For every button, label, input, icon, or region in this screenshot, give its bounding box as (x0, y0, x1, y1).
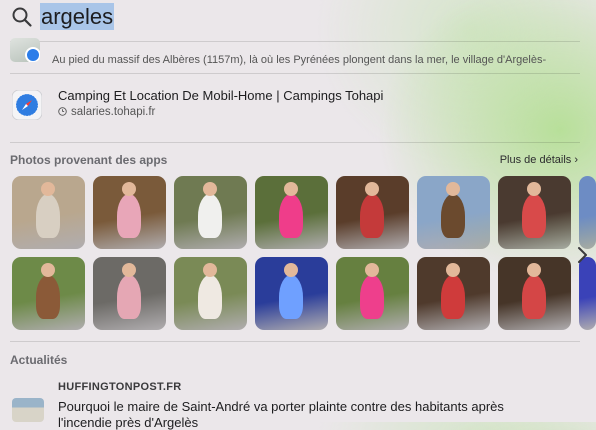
clock-icon (58, 107, 67, 116)
photo-subject-head (284, 182, 298, 196)
divider (10, 41, 580, 42)
photo-subject-head (284, 263, 298, 277)
photo-spiderman-duo-2[interactable] (417, 257, 490, 330)
divider (10, 73, 580, 74)
more-details-label: Plus de détails (499, 154, 572, 166)
photo-spiderman-duo-3[interactable] (498, 257, 571, 330)
section-title-photos: Photos provenant des apps (10, 153, 168, 167)
photo-subject (198, 194, 222, 238)
photo-blue-partial[interactable] (579, 257, 596, 330)
photo-subject-head (203, 263, 217, 277)
photo-subject-head (41, 182, 55, 196)
divider (10, 142, 580, 143)
photo-subject (441, 194, 465, 238)
news-headline-continued[interactable]: l'incendie près d'Argelès (58, 415, 198, 430)
result-url-text: salaries.tohapi.fr (71, 106, 156, 118)
photo-subject (360, 194, 384, 238)
divider (10, 341, 580, 342)
search-icon (12, 7, 32, 27)
photo-subject (198, 275, 222, 319)
photo-pony-ride[interactable] (174, 176, 247, 249)
safari-badge-icon (25, 47, 40, 62)
photo-subject (441, 275, 465, 319)
photo-spiderman-duo[interactable] (498, 176, 571, 249)
photo-subject-head (122, 263, 136, 277)
photo-subject (279, 275, 303, 319)
news-headline[interactable]: Pourquoi le maire de Saint-André va port… (58, 399, 504, 414)
photo-partial-edge[interactable] (579, 176, 596, 249)
chevron-right-icon: › (574, 154, 578, 166)
photo-subject-head (365, 182, 379, 196)
photo-subject (522, 194, 546, 238)
result-title[interactable]: Camping Et Location De Mobil-Home | Camp… (58, 88, 383, 103)
photo-subject (36, 275, 60, 319)
photo-subject-head (446, 263, 460, 277)
result-thumbnail (10, 38, 40, 62)
photo-girl-pink-shirt[interactable] (255, 176, 328, 249)
photo-kids-on-bench[interactable] (93, 176, 166, 249)
result-url: salaries.tohapi.fr (58, 106, 155, 118)
news-thumbnail (12, 398, 44, 422)
photo-subject-head (446, 182, 460, 196)
result-row-argeles[interactable]: Au pied du massif des Albères (1157m), l… (0, 38, 596, 74)
photo-child-in-sand[interactable] (12, 176, 85, 249)
photo-subject-head (527, 182, 541, 196)
photo-blue-lights-show[interactable] (255, 257, 328, 330)
scroll-right-arrow-icon[interactable] (574, 244, 590, 266)
search-query-text[interactable]: argeles (40, 3, 115, 30)
photo-subject (117, 275, 141, 319)
photo-subject-head (365, 263, 379, 277)
photo-pony-path[interactable] (174, 257, 247, 330)
photo-subject-head (203, 182, 217, 196)
safari-icon (12, 90, 42, 120)
spotlight-search-bar[interactable]: argeles (0, 0, 596, 38)
photo-girl-with-horse[interactable] (12, 257, 85, 330)
news-source: HUFFINGTONPOST.FR (58, 381, 182, 393)
photo-spiderman-pose[interactable] (336, 176, 409, 249)
photo-subject-head (41, 263, 55, 277)
photo-subject-head (527, 263, 541, 277)
photo-subject (117, 194, 141, 238)
photo-subject (522, 275, 546, 319)
more-details-link[interactable]: Plus de détails › (500, 154, 578, 166)
photo-pony-field[interactable] (417, 176, 490, 249)
photo-subject (36, 194, 60, 238)
photo-subject (360, 275, 384, 319)
photo-girl-helmet[interactable] (336, 257, 409, 330)
photo-subject (279, 194, 303, 238)
photo-child-with-toys[interactable] (93, 257, 166, 330)
result-snippet: Au pied du massif des Albères (1157m), l… (52, 54, 547, 66)
photo-subject-head (122, 182, 136, 196)
section-title-news: Actualités (10, 353, 68, 367)
